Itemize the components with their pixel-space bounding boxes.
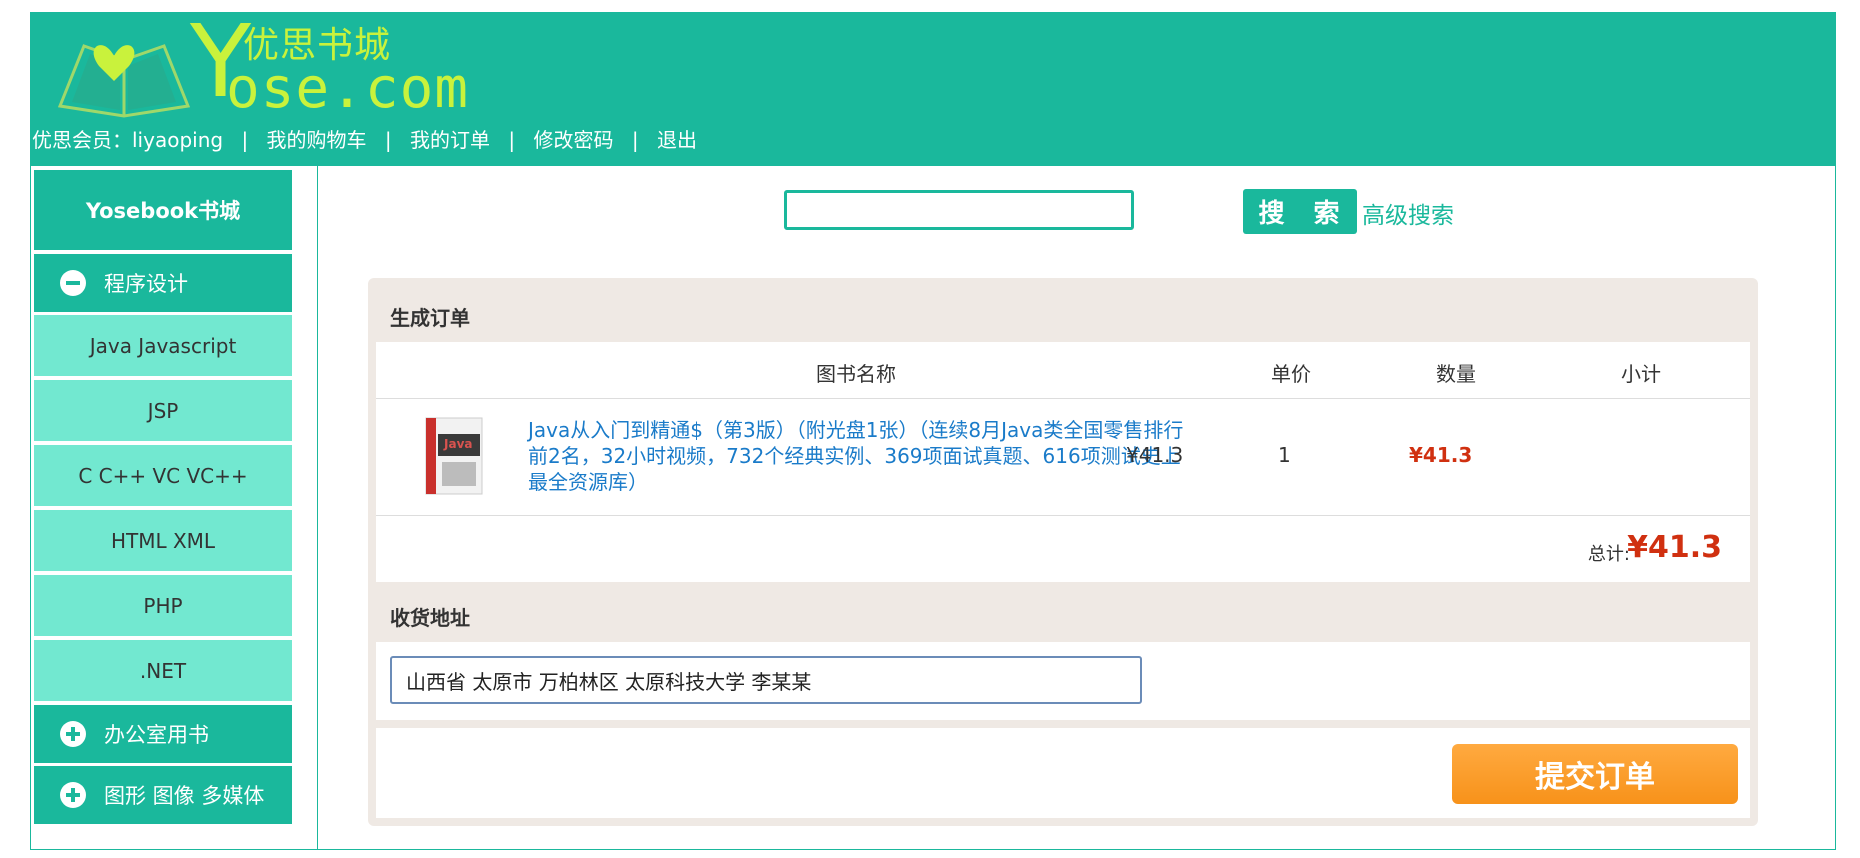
sidebar-item-html-xml[interactable]: HTML XML: [34, 510, 292, 571]
sidebar-item-jsp[interactable]: JSP: [34, 380, 292, 441]
book-cover-icon: Java: [425, 417, 483, 495]
unit-price: ¥41.3: [1126, 443, 1184, 467]
total-label: 总计:: [1587, 544, 1630, 565]
sidebar-item-php[interactable]: PHP: [34, 575, 292, 636]
nav-cart-link[interactable]: 我的购物车: [267, 128, 367, 152]
nav-separator: |: [384, 128, 392, 152]
category-label: 程序设计: [104, 272, 188, 296]
sidebar-item-dotnet[interactable]: .NET: [34, 640, 292, 701]
total-row: 总计: ¥41.3: [376, 516, 1750, 582]
top-nav: 优思会员：liyaoping | 我的购物车 | 我的订单 | 修改密码 | 退…: [32, 124, 697, 153]
nav-separator: |: [508, 128, 516, 152]
order-table: 图书名称 单价 数量 小计 Java Java从入门到精通$（第3版）（附光盘1…: [376, 342, 1750, 582]
site-logo[interactable]: Y 优思书城 ose.com: [30, 6, 468, 122]
category-sidebar: Yosebook书城 程序设计 Java Javascript JSP C C+…: [34, 170, 292, 827]
address-panel: 山西省 太原市 万柏林区 太原科技大学 李某某: [376, 642, 1750, 720]
nav-separator: |: [631, 128, 639, 152]
address-input[interactable]: 山西省 太原市 万柏林区 太原科技大学 李某某: [390, 656, 1142, 704]
collapse-minus-icon: [60, 270, 86, 296]
sidebar-divider: [317, 166, 318, 850]
book-logo-icon: [57, 44, 191, 118]
book-cover-image[interactable]: Java: [424, 416, 484, 496]
sidebar-category-graphics[interactable]: 图形 图像 多媒体: [34, 766, 292, 824]
submit-order-button[interactable]: 提交订单: [1452, 744, 1738, 804]
expand-plus-icon: [60, 782, 86, 808]
category-label: 办公室用书: [104, 723, 209, 747]
nav-password-link[interactable]: 修改密码: [533, 128, 613, 152]
cover-title-text: Java: [443, 437, 472, 451]
nav-logout-link[interactable]: 退出: [657, 128, 697, 152]
col-header-subtotal: 小计: [1621, 362, 1661, 386]
table-header: 图书名称 单价 数量 小计: [376, 342, 1750, 399]
search-button[interactable]: 搜 索: [1243, 189, 1357, 234]
sidebar-item-c-cpp[interactable]: C C++ VC VC++: [34, 445, 292, 506]
address-section-title: 收货地址: [390, 606, 470, 630]
col-header-price: 单价: [1271, 362, 1311, 386]
table-row: Java Java从入门到精通$（第3版）（附光盘1张）（连续8月Java类全国…: [376, 399, 1750, 516]
quantity-value: 1: [1278, 443, 1291, 467]
sidebar-category-programming[interactable]: 程序设计: [34, 254, 292, 312]
sidebar-item-java-javascript[interactable]: Java Javascript: [34, 315, 292, 376]
nav-orders-link[interactable]: 我的订单: [410, 128, 490, 152]
sidebar-category-office[interactable]: 办公室用书: [34, 705, 292, 763]
book-title-link[interactable]: Java从入门到精通$（第3版）（附光盘1张）（连续8月Java类全国零售排行前…: [528, 417, 1188, 495]
logo-english-text: ose.com: [226, 56, 470, 121]
search-input[interactable]: [784, 190, 1134, 230]
subtotal-value: ¥41.3: [1409, 443, 1473, 467]
category-label: 图形 图像 多媒体: [104, 784, 265, 808]
total-value: ¥41.3: [1627, 530, 1722, 565]
col-header-quantity: 数量: [1436, 362, 1476, 386]
submit-panel: 提交订单: [376, 728, 1750, 818]
sidebar-title[interactable]: Yosebook书城: [34, 170, 292, 250]
col-header-name: 图书名称: [816, 362, 896, 386]
order-section-title: 生成订单: [390, 306, 470, 330]
nav-separator: |: [241, 128, 249, 152]
member-label: 优思会员：liyaoping: [32, 128, 224, 152]
advanced-search-link[interactable]: 高级搜索: [1362, 196, 1454, 230]
expand-plus-icon: [60, 721, 86, 747]
